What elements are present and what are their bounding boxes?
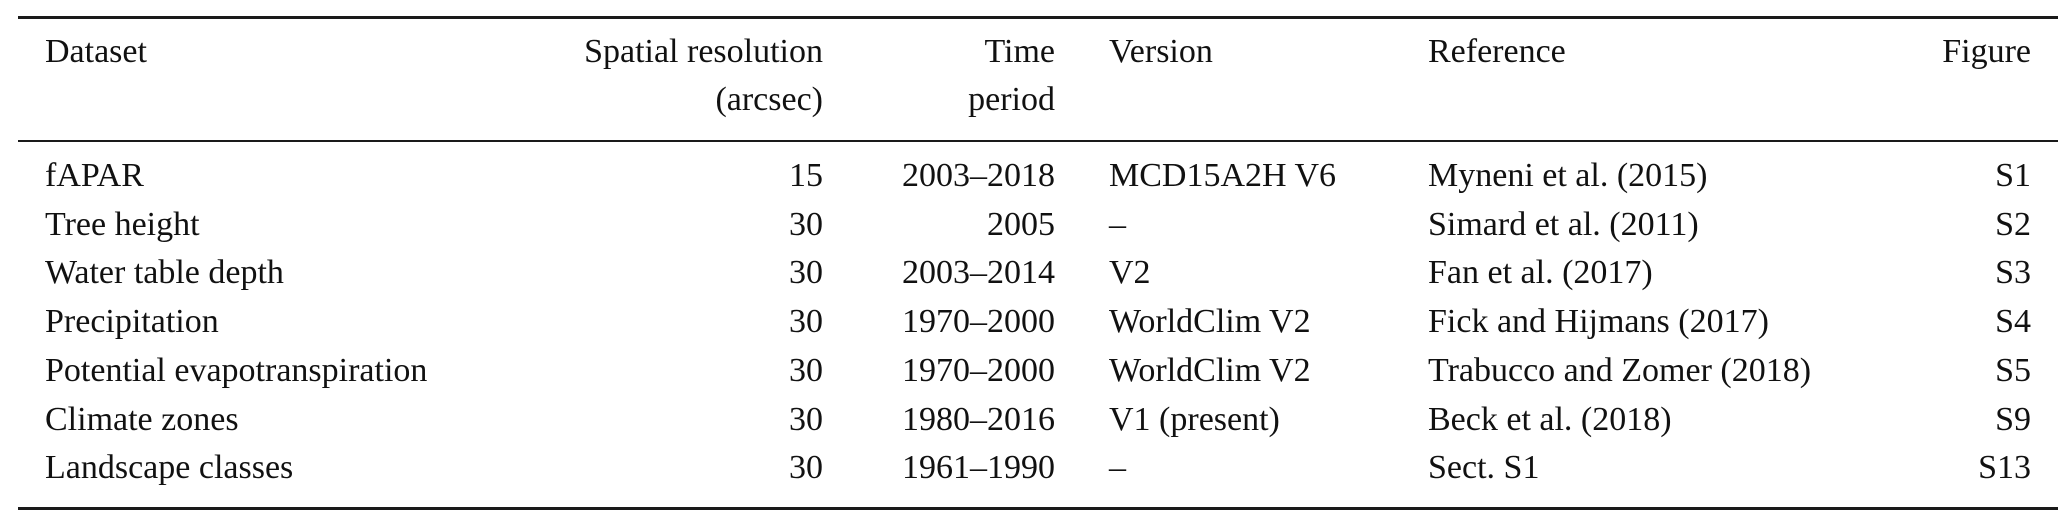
cell-version: – — [1109, 205, 1126, 243]
cell-spatial-resolution: 30 — [789, 449, 823, 487]
cell-spatial-resolution: 30 — [789, 351, 823, 389]
cell-dataset: Water table depth — [45, 254, 284, 292]
bottom-rule — [18, 507, 2058, 510]
header-figure: Figure — [1942, 33, 2031, 70]
cell-reference: Trabucco and Zomer (2018) — [1428, 351, 1812, 389]
cell-time-period: 2003–2018 — [902, 157, 1055, 194]
cell-version: V2 — [1109, 254, 1151, 292]
cell-version: V1 (present) — [1109, 400, 1280, 438]
cell-time-period: 1961–1990 — [902, 449, 1055, 487]
header-rule — [18, 140, 2058, 142]
cell-spatial-resolution: 15 — [789, 157, 823, 194]
header-spatial-resolution-line2: (arcsec) — [715, 81, 823, 118]
cell-spatial-resolution: 30 — [789, 400, 823, 438]
cell-figure: S3 — [1995, 254, 2031, 292]
cell-version: MCD15A2H V6 — [1109, 157, 1337, 194]
cell-time-period: 1970–2000 — [902, 303, 1055, 341]
cell-version: – — [1109, 449, 1126, 487]
header-version: Version — [1109, 33, 1213, 70]
cell-dataset: Climate zones — [45, 400, 239, 438]
cell-reference: Myneni et al. (2015) — [1428, 157, 1708, 194]
cell-dataset: Potential evapotranspiration — [45, 351, 428, 389]
cell-time-period: 1980–2016 — [902, 400, 1055, 438]
cell-figure: S5 — [1995, 351, 2031, 389]
cell-figure: S4 — [1995, 303, 2031, 341]
cell-time-period: 2005 — [987, 205, 1055, 243]
cell-figure: S9 — [1995, 400, 2031, 438]
cell-figure: S2 — [1995, 205, 2031, 243]
cell-time-period: 2003–2014 — [902, 254, 1055, 292]
cell-reference: Beck et al. (2018) — [1428, 400, 1672, 438]
header-time-period-line2: period — [968, 81, 1055, 118]
cell-figure: S1 — [1995, 157, 2031, 194]
cell-version: WorldClim V2 — [1109, 303, 1311, 341]
cell-dataset: Precipitation — [45, 303, 219, 341]
cell-dataset: fAPAR — [45, 157, 144, 194]
cell-time-period: 1970–2000 — [902, 351, 1055, 389]
cell-reference: Fan et al. (2017) — [1428, 254, 1653, 292]
header-spatial-resolution-line1: Spatial resolution — [584, 33, 823, 70]
cell-spatial-resolution: 30 — [789, 205, 823, 243]
cell-version: WorldClim V2 — [1109, 351, 1311, 389]
cell-spatial-resolution: 30 — [789, 254, 823, 292]
top-rule — [18, 16, 2058, 19]
cell-dataset: Tree height — [45, 205, 200, 243]
cell-dataset: Landscape classes — [45, 449, 294, 487]
cell-reference: Sect. S1 — [1428, 449, 1540, 487]
cell-figure: S13 — [1978, 449, 2031, 487]
cell-reference: Simard et al. (2011) — [1428, 205, 1699, 243]
cell-reference: Fick and Hijmans (2017) — [1428, 303, 1769, 341]
header-time-period-line1: Time — [984, 33, 1055, 70]
cell-spatial-resolution: 30 — [789, 303, 823, 341]
header-reference: Reference — [1428, 33, 1566, 70]
header-dataset: Dataset — [45, 33, 147, 70]
